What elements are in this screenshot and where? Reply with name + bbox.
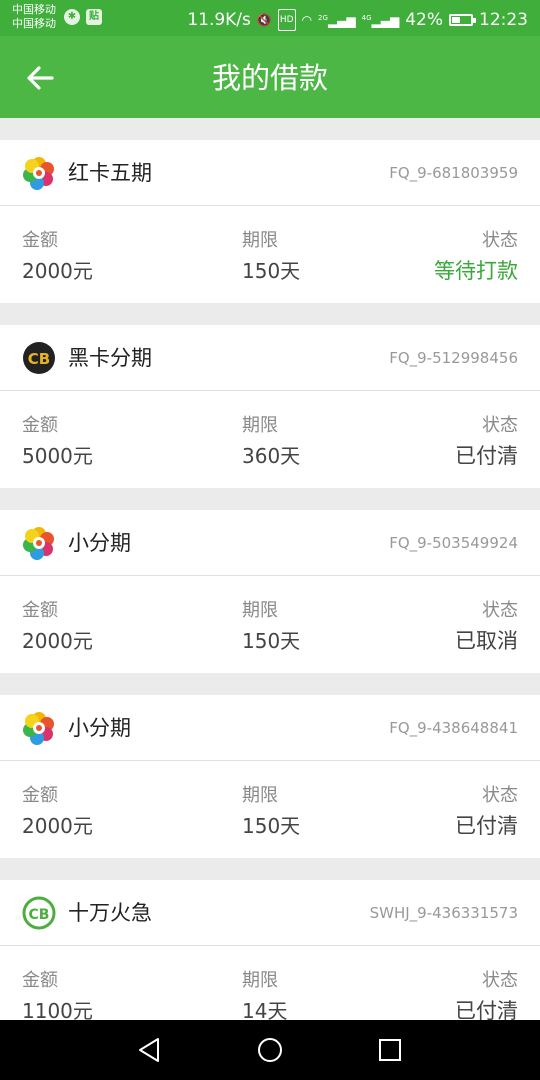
battery-percent: 42% [405,9,443,30]
status-label: 状态 [482,970,518,991]
flower-logo-icon [22,156,56,190]
loan-card-header: 红卡五期 FQ_9-681803959 [0,140,540,206]
loan-card-header: 小分期 FQ_9-438648841 [0,695,540,761]
loan-card-body: 金额 5000元 期限 360天 状态 已付清 [0,391,540,488]
loan-card-header: CB 十万火急 SWHJ_9-436331573 [0,880,540,946]
term-value: 150天 [242,259,301,283]
status-bar: 中国移动 中国移动 ✱ 贴 11.9K/s 🔇 HD ◠ 2G▂▄▆ 4G▂▄▆… [0,0,540,36]
loan-order-id: SWHJ_9-436331573 [369,904,518,922]
term-label: 期限 [242,785,278,806]
status-value: 已付清 [455,444,518,468]
flower-logo-icon [22,526,56,560]
loan-product-name: 小分期 [68,531,131,555]
loan-card[interactable]: CB 黑卡分期 FQ_9-512998456 金额 5000元 期限 360天 … [0,325,540,488]
status-label: 状态 [482,785,518,806]
black-card-logo-icon: CB [22,341,56,375]
status-label: 状态 [482,600,518,621]
loan-card-body: 金额 2000元 期限 150天 状态 已付清 [0,761,540,858]
amount-label: 金额 [22,600,58,621]
loan-order-id: FQ_9-438648841 [389,719,518,737]
home-circle-icon[interactable] [254,1034,286,1066]
status-icons: 11.9K/s 🔇 HD ◠ 2G▂▄▆ 4G▂▄▆ 42% 12:23 [187,8,528,31]
paste-notification-icon: 贴 [86,9,102,25]
mute-icon: 🔇 [256,12,272,27]
amount-value: 2000元 [22,259,93,283]
amount-value: 2000元 [22,629,93,653]
loan-card[interactable]: 小分期 FQ_9-503549924 金额 2000元 期限 150天 状态 已… [0,510,540,673]
status-value: 已付清 [455,814,518,838]
amount-label: 金额 [22,230,58,251]
loan-card[interactable]: CB 十万火急 SWHJ_9-436331573 金额 1100元 期限 14天… [0,880,540,1043]
loan-order-id: FQ_9-503549924 [389,534,518,552]
svg-text:CB: CB [29,907,50,923]
network-speed: 11.9K/s [187,9,251,30]
amount-value: 2000元 [22,814,93,838]
green-card-logo-icon: CB [22,896,56,930]
battery-icon [449,13,476,26]
signal-2g-icon: 2G▂▄▆ [318,14,356,28]
status-value: 等待打款 [434,259,518,283]
loan-card-body: 金额 2000元 期限 150天 状态 已取消 [0,576,540,673]
loan-order-id: FQ_9-512998456 [389,349,518,367]
signal-2g-label: 2G [318,14,328,22]
amount-label: 金额 [22,785,58,806]
card-app-notification-icon: ✱ [64,9,80,25]
term-value: 360天 [242,444,301,468]
amount-value: 5000元 [22,444,93,468]
term-value: 150天 [242,814,301,838]
loan-card[interactable]: 小分期 FQ_9-438648841 金额 2000元 期限 150天 状态 已… [0,695,540,858]
signal-4g-label: 4G [361,14,372,22]
term-label: 期限 [242,600,278,621]
flower-logo-icon [22,711,56,745]
status-label: 状态 [482,415,518,436]
amount-label: 金额 [22,970,58,991]
term-label: 期限 [242,970,278,991]
signal-4g-icon: 4G▂▄▆ [361,14,400,28]
term-label: 期限 [242,230,278,251]
wifi-icon: ◠ [301,12,313,27]
system-nav-bar [0,1020,540,1080]
loan-product-name: 红卡五期 [68,161,152,185]
term-value: 150天 [242,629,301,653]
page-title: 我的借款 [211,61,328,95]
loan-product-name: 小分期 [68,716,131,740]
carrier-2: 中国移动 [12,17,56,30]
clock: 12:23 [479,9,528,30]
hd-icon: HD [277,8,296,31]
app-bar: 我的借款 [0,36,540,118]
amount-label: 金额 [22,415,58,436]
status-value: 已取消 [455,629,518,653]
carrier-labels: 中国移动 中国移动 [12,3,56,31]
term-label: 期限 [242,415,278,436]
back-triangle-icon[interactable] [134,1034,166,1066]
loan-card-body: 金额 2000元 期限 150天 状态 等待打款 [0,206,540,303]
svg-text:CB: CB [28,350,50,368]
recents-square-icon[interactable] [374,1034,406,1066]
carrier-1: 中国移动 [12,3,56,16]
status-label: 状态 [482,230,518,251]
loan-card-header: 小分期 FQ_9-503549924 [0,510,540,576]
loan-card-header: CB 黑卡分期 FQ_9-512998456 [0,325,540,391]
loan-product-name: 黑卡分期 [68,346,152,370]
loan-product-name: 十万火急 [68,901,152,925]
loan-card[interactable]: 红卡五期 FQ_9-681803959 金额 2000元 期限 150天 状态 … [0,140,540,303]
loan-list: 红卡五期 FQ_9-681803959 金额 2000元 期限 150天 状态 … [0,118,540,1043]
loan-order-id: FQ_9-681803959 [389,164,518,182]
